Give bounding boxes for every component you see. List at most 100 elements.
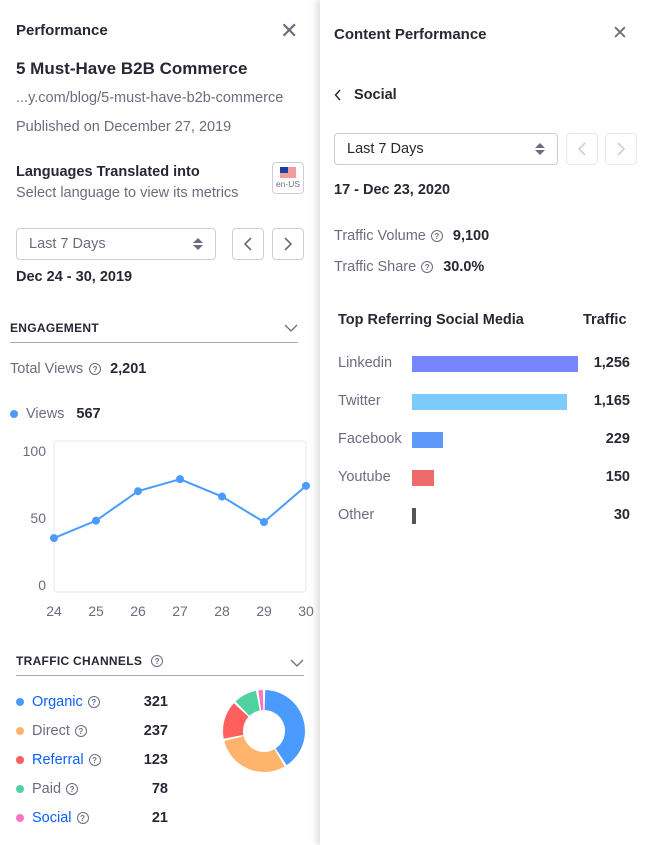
date-range-select[interactable]: Last 7 Days [334,133,558,165]
referrer-bar [412,508,416,524]
channel-row-paid: Paid ? 78 [16,779,176,799]
channel-row-referral: Referral ? 123 [16,750,176,770]
chevron-left-icon [243,237,252,251]
help-icon[interactable]: ? [430,230,443,242]
y-tick-label: 100 [23,443,47,459]
referrer-label: Twitter [338,393,381,409]
next-period-button[interactable] [605,133,637,165]
close-icon[interactable]: ✕ [280,20,298,42]
referrer-value: 1,165 [593,393,630,409]
chevron-right-icon [617,142,626,156]
views-data-point[interactable] [260,518,268,527]
date-range-select[interactable]: Last 7 Days [16,228,216,260]
help-icon[interactable]: ? [87,696,100,708]
channel-dot [16,785,24,793]
channel-link-social[interactable]: Social [32,810,72,826]
back-button[interactable]: Social [334,87,397,103]
channel-dot [16,698,24,706]
traffic-channels-divider [16,675,304,676]
traffic-channels-collapse-toggle[interactable] [290,655,304,673]
referrer-value: 229 [605,431,630,447]
channel-row-direct: Direct ? 237 [16,721,176,741]
help-icon[interactable]: ? [88,754,101,766]
us-flag-icon [280,167,296,178]
views-data-point[interactable] [218,492,226,501]
x-tick-label: 27 [172,603,188,619]
referrer-row: Facebook 229 [338,430,630,450]
referrer-row: Twitter 1,165 [338,392,630,412]
channel-value: 237 [143,723,168,739]
referrer-label: Facebook [338,431,402,447]
referrer-row: Other 30 [338,506,630,526]
x-tick-label: 30 [298,603,314,619]
channel-row-social: Social ? 21 [16,808,176,828]
channel-link-referral[interactable]: Referral [32,752,84,768]
close-icon[interactable]: ✕ [612,24,628,43]
referrer-bar [412,470,435,486]
x-tick-label: 25 [88,603,104,619]
views-data-point[interactable] [92,516,100,525]
x-tick-label: 28 [214,603,230,619]
channel-value: 321 [143,694,168,710]
date-range-select-value: Last 7 Days [347,141,424,157]
select-arrows-icon [193,238,203,250]
channel-dot [16,727,24,735]
channel-label-paid: Paid [32,781,62,797]
select-arrows-icon [535,143,545,155]
panel-title: Content Performance [334,26,487,43]
views-line-chart: 100 50 0 24 25 26 27 28 29 30 [23,440,314,619]
date-range-text: 17 - Dec 23, 2020 [334,182,451,198]
traffic-channels-donut-chart [223,690,305,772]
chevron-right-icon [284,237,293,251]
chart-plot-area [53,440,307,593]
help-icon[interactable]: ? [66,783,79,795]
referrer-bar [412,356,578,372]
x-tick-label: 26 [130,603,146,619]
channel-value: 123 [143,752,168,768]
date-range-select-value: Last 7 Days [29,236,106,252]
help-icon[interactable]: ? [421,261,434,273]
chevron-left-icon [334,89,341,101]
help-icon[interactable]: ? [151,655,164,667]
engagement-collapse-toggle[interactable] [284,320,298,338]
donut-slice-direct[interactable] [224,736,285,772]
chevron-left-icon [577,142,586,156]
total-views-value: 2,201 [110,361,147,377]
chevron-down-icon [284,324,298,332]
performance-panel: Performance ✕ 5 Must-Have B2B Commerce .… [0,0,320,845]
languages-heading: Languages Translated into [16,164,200,180]
next-period-button[interactable] [272,228,304,260]
total-views: Total Views ? 2,201 [10,361,146,377]
traffic-share: Traffic Share ? 30.0% [334,259,484,275]
referrer-label: Linkedin [338,355,393,371]
channel-dot [16,756,24,764]
referrer-label: Other [338,507,375,523]
channel-label-direct: Direct [32,723,70,739]
referrer-value: 1,256 [593,355,630,371]
help-icon[interactable]: ? [74,725,87,737]
article-title: 5 Must-Have B2B Commerce [16,59,248,78]
traffic-share-label: Traffic Share [334,259,417,275]
previous-period-button[interactable] [232,228,264,260]
views-data-point[interactable] [302,481,310,490]
referrer-value: 150 [605,469,630,485]
referrers-column-header: Top Referring Social Media [338,312,524,328]
help-icon[interactable]: ? [76,812,89,824]
views-legend-value: 567 [76,406,101,422]
y-tick-label: 0 [38,577,46,593]
referrer-row: Youtube 150 [338,468,630,488]
views-data-point[interactable] [134,487,142,496]
language-flag-button[interactable]: en-US [272,162,304,194]
traffic-volume-value: 9,100 [452,228,490,244]
previous-period-button[interactable] [566,133,598,165]
views-data-point[interactable] [50,534,58,543]
panel-title: Performance [16,22,108,39]
referrer-row: Linkedin 1,256 [338,354,630,374]
help-icon[interactable]: ? [89,363,102,375]
channel-value: 78 [151,781,168,797]
views-data-point[interactable] [176,475,184,484]
channel-link-organic[interactable]: Organic [32,694,83,710]
traffic-channels-header: TRAFFIC CHANNELS ? [16,654,164,668]
total-views-label: Total Views [10,361,84,377]
referrer-label: Youtube [338,469,391,485]
